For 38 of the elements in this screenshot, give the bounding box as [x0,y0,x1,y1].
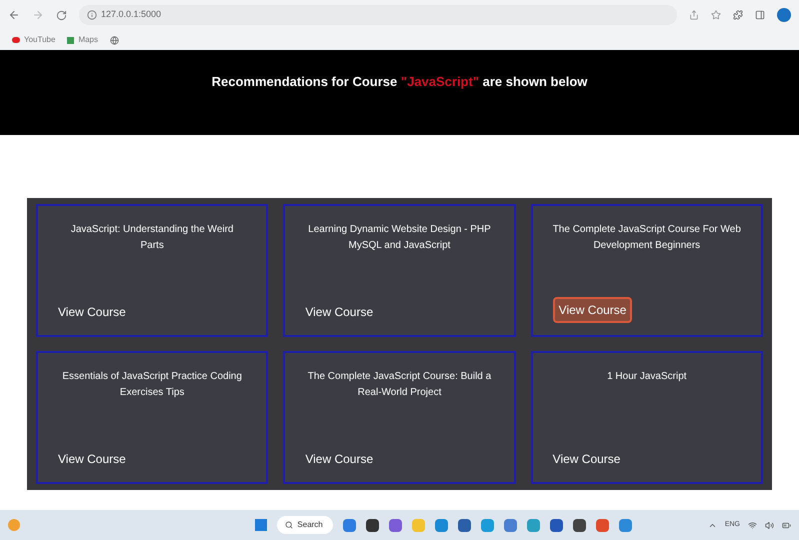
side-panel-icon[interactable] [755,10,765,20]
reload-icon[interactable] [56,10,67,20]
bookmark-link[interactable]: YouTube [12,34,56,46]
search-icon [285,521,294,529]
view-course-button[interactable]: View Course [58,301,126,323]
extensions-icon[interactable] [733,10,743,20]
wifi-icon[interactable] [748,520,757,530]
app-icon[interactable] [550,518,564,532]
app-icon[interactable] [573,518,586,532]
back-icon[interactable] [8,9,20,21]
bookmark-star-icon[interactable] [711,10,721,20]
course-title: 1 Hour JavaScript [606,370,688,384]
address-bar[interactable]: 127.0.0.1:5000 [79,5,677,25]
search-field[interactable]: Search [277,516,334,534]
url-text: 127.0.0.1:5000 [101,8,162,22]
view-course-button[interactable]: View Course [58,448,126,470]
start-icon[interactable] [255,519,268,531]
site-icon [12,37,20,43]
globe-icon[interactable] [110,36,119,44]
profile-avatar[interactable] [777,8,791,22]
course-title: Learning Dynamic Website Design - PHP MySQL and JavaScript [307,223,492,253]
view-course-button[interactable]: View Course [305,448,374,470]
page-heading: Recommendations for Course "JavaScript" are shown below [212,73,588,91]
info-icon [87,10,97,20]
course-title: The Complete JavaScript Course: Build a Real-World Project [306,370,492,400]
course-title: JavaScript: Understanding the Weird Parts [70,223,234,253]
share-icon[interactable] [689,10,699,20]
app-icon[interactable] [458,518,472,532]
view-course-button[interactable]: View Course [552,297,632,323]
view-course-button[interactable]: View Course [305,301,374,323]
app-icon[interactable] [366,518,380,532]
volume-icon[interactable] [765,520,774,530]
course-title: The Complete JavaScript Course For Web Development Beginners [552,223,741,253]
course-title: Essentials of JavaScript Practice Coding Exercises Tips [61,370,243,400]
view-course-button[interactable]: View Course [552,448,620,470]
site-icon [67,36,74,44]
battery-icon[interactable] [782,520,791,530]
bookmark-link[interactable]: Maps [67,34,98,46]
